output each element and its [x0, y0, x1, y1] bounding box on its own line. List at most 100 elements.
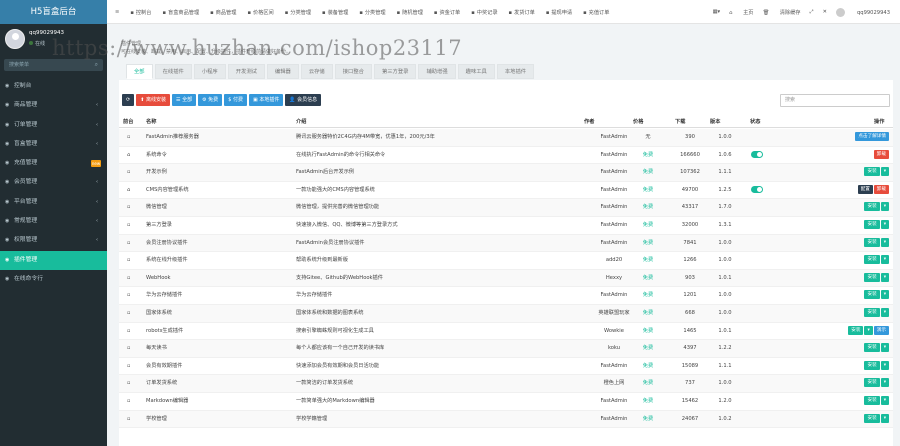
cell-name[interactable]: 学校管理: [146, 411, 291, 429]
menu-toggle-icon[interactable]: ≡: [115, 9, 119, 15]
chevron-down-icon[interactable]: ▾: [864, 325, 873, 335]
topnav-item-5[interactable]: ▪ 装备管理: [322, 9, 348, 16]
sidebar-item-7[interactable]: ◉ 常规管理 ‹: [0, 212, 107, 231]
cell-name[interactable]: 订单发货系统: [146, 375, 291, 393]
col-status[interactable]: 状态: [750, 116, 760, 128]
cell-name[interactable]: 国家体系统: [146, 305, 291, 323]
topnav-item-12[interactable]: ▪ 充值订单: [583, 9, 609, 16]
tab-9[interactable]: 趣味工具: [457, 64, 495, 79]
tab-3[interactable]: 开发测试: [227, 64, 265, 79]
sidebar-item-6[interactable]: ◉ 平台管理 ‹: [0, 193, 107, 212]
col-preview[interactable]: 前台: [123, 116, 133, 128]
search-icon[interactable]: ⌕: [95, 59, 98, 71]
action-button[interactable]: 卸载: [873, 149, 889, 159]
cell-name[interactable]: WebHook: [146, 270, 291, 288]
sidebar-item-3[interactable]: ◉ 盲盒管理 ‹: [0, 135, 107, 154]
refresh-button[interactable]: ⟳: [122, 94, 135, 106]
preview-icon[interactable]: ▫: [127, 393, 131, 411]
cell-name[interactable]: 系统命令: [146, 147, 291, 165]
action-button[interactable]: 安装: [864, 202, 880, 212]
preview-icon[interactable]: ▫: [127, 305, 131, 323]
topnav-item-8[interactable]: ▪ 资金订单: [434, 9, 460, 16]
home-icon[interactable]: ⌂: [127, 147, 130, 165]
chevron-down-icon[interactable]: ▾: [880, 202, 889, 212]
action-button[interactable]: 安装: [864, 290, 880, 300]
chevron-down-icon[interactable]: ▾: [880, 290, 889, 300]
tab-5[interactable]: 云存储: [300, 64, 333, 79]
preview-icon[interactable]: ▫: [127, 340, 131, 358]
col-intro[interactable]: 介绍: [296, 116, 306, 128]
sidebar-item-4[interactable]: ◉充值管理‹new: [0, 154, 107, 173]
action-button[interactable]: 安装: [864, 307, 880, 317]
action-button[interactable]: 安装: [864, 167, 880, 177]
preview-icon[interactable]: ▫: [127, 358, 131, 376]
preview-icon[interactable]: ▫: [127, 323, 131, 341]
col-version[interactable]: 版本: [710, 116, 720, 128]
cell-name[interactable]: Markdown编辑器: [146, 393, 291, 411]
preview-icon[interactable]: ▫: [127, 129, 131, 147]
col-name[interactable]: 名称: [146, 116, 156, 128]
action-button[interactable]: 点击了解详情: [855, 132, 889, 141]
topnav-item-6[interactable]: ▪ 分类管理: [359, 9, 385, 16]
sidebar-item-0[interactable]: ◉ 控制台: [0, 77, 107, 96]
offline-install-button[interactable]: ⬆ 离线安装: [136, 94, 170, 106]
action-button[interactable]: 安装: [864, 219, 880, 229]
col-price[interactable]: 价格: [633, 116, 643, 128]
sidebar-item-2[interactable]: ◉ 订单管理 ‹: [0, 116, 107, 135]
action-button[interactable]: 卸载: [873, 184, 889, 194]
sidebar-search-input[interactable]: 搜索菜单 ⌕: [4, 59, 103, 71]
chevron-down-icon[interactable]: ▾: [880, 360, 889, 370]
col-author[interactable]: 作者: [584, 116, 594, 128]
action-button[interactable]: 安装: [864, 378, 880, 388]
col-downloads[interactable]: 下载: [675, 116, 685, 128]
grid-icon[interactable]: ▦▾: [713, 9, 721, 15]
topnav-item-10[interactable]: ▪ 发货订单: [509, 9, 535, 16]
chevron-down-icon[interactable]: ▾: [880, 343, 889, 353]
action-button[interactable]: 演示: [873, 325, 889, 335]
action-button[interactable]: 安装: [864, 395, 880, 405]
preview-icon[interactable]: ▫: [127, 287, 131, 305]
home-icon[interactable]: ⌂: [127, 182, 130, 200]
preview-icon[interactable]: ▫: [127, 270, 131, 288]
action-button[interactable]: 安装: [864, 360, 880, 370]
app-logo[interactable]: H5盲盒后台: [0, 0, 107, 24]
cell-name[interactable]: 第三方登录: [146, 217, 291, 235]
tab-4[interactable]: 编辑器: [266, 64, 299, 79]
preview-icon[interactable]: ▫: [127, 235, 131, 253]
filter-all-button[interactable]: ☰ 全部: [172, 94, 197, 106]
cell-name[interactable]: 会员有效期插件: [146, 358, 291, 376]
tab-7[interactable]: 第三方登录: [373, 64, 417, 79]
chevron-down-icon[interactable]: ▾: [880, 167, 889, 177]
topnav-item-7[interactable]: ▪ 随机管理: [397, 9, 423, 16]
topnav-item-0[interactable]: ▪ 控制台: [130, 9, 151, 16]
sidebar-item-8[interactable]: ◉ 权限管理 ‹: [0, 231, 107, 250]
chevron-down-icon[interactable]: ▾: [880, 307, 889, 317]
topnav-item-9[interactable]: ▪ 中奖记录: [471, 9, 497, 16]
cell-name[interactable]: 开发示例: [146, 164, 291, 182]
tab-0[interactable]: 全部: [126, 64, 153, 79]
sidebar-item-5[interactable]: ◉ 会员管理 ‹: [0, 173, 107, 192]
preview-icon[interactable]: ▫: [127, 199, 131, 217]
tab-10[interactable]: 本地插件: [496, 64, 535, 79]
preview-icon[interactable]: ▫: [127, 164, 131, 182]
topnav-item-1[interactable]: ▪ 盲盒商品管理: [162, 9, 199, 16]
preview-icon[interactable]: ▫: [127, 375, 131, 393]
cell-name[interactable]: 微信管理: [146, 199, 291, 217]
home-link[interactable]: ⌂ 主页: [729, 9, 753, 16]
action-button[interactable]: 安装: [864, 237, 880, 247]
tab-6[interactable]: 接口整合: [334, 64, 372, 79]
topnav-item-2[interactable]: ▪ 商品管理: [210, 9, 236, 16]
tab-8[interactable]: 辅助增强: [418, 64, 456, 79]
chevron-down-icon[interactable]: ▾: [880, 255, 889, 265]
chevron-down-icon[interactable]: ▾: [880, 378, 889, 388]
chevron-down-icon[interactable]: ▾: [880, 237, 889, 247]
action-button[interactable]: 安装: [864, 255, 880, 265]
preview-icon[interactable]: ▫: [127, 411, 131, 429]
chevron-down-icon[interactable]: ▾: [880, 395, 889, 405]
status-toggle[interactable]: [751, 150, 763, 158]
clear-cache-button[interactable]: 🗑 清除缓存: [762, 9, 800, 16]
filter-free-button[interactable]: ⚙ 免费: [198, 94, 223, 106]
action-button[interactable]: 配置: [857, 184, 873, 194]
cell-name[interactable]: 每天读书: [146, 340, 291, 358]
action-button[interactable]: 安装: [864, 272, 880, 282]
